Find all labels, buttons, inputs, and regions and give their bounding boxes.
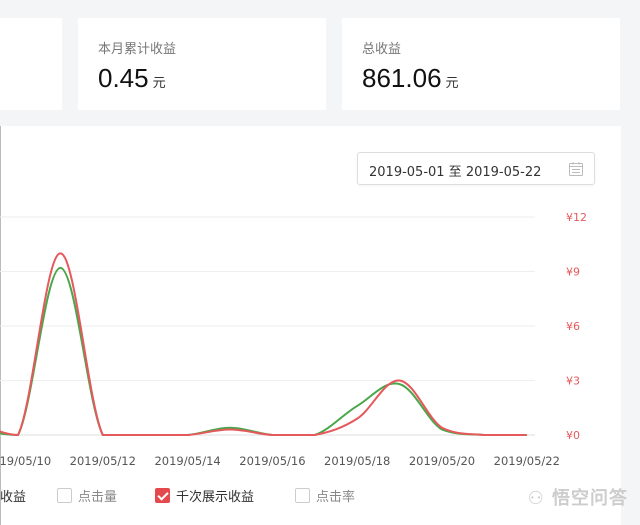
stat-card-total-revenue: 总收益 861.06 元 (342, 18, 620, 110)
stat-card-partial (0, 18, 62, 110)
y-tick-label: ¥0 (566, 429, 580, 442)
y-tick-label: ¥6 (566, 320, 580, 333)
series-line-1 (0, 252, 527, 437)
value-unit: 元 (152, 75, 166, 90)
x-tick-label: 2019/05/20 (409, 454, 475, 468)
y-tick-label: ¥3 (566, 375, 580, 388)
y-tick-label: ¥9 (566, 266, 580, 279)
card-label: 本月累计收益 (98, 42, 177, 57)
legend-item-partial[interactable]: 收益 (0, 486, 26, 505)
date-range-picker[interactable]: 2019-05-01 至 2019-05-22 (357, 152, 595, 185)
legend-label: 点击率 (316, 490, 356, 505)
checkbox-checked[interactable] (155, 488, 170, 503)
x-tick-label: 2019/05/14 (154, 454, 220, 468)
x-tick-label: 2019/05/22 (494, 454, 560, 468)
watermark-logo: ⚇ 悟空问答 (527, 488, 628, 509)
value-number: 0.45 (98, 63, 149, 93)
revenue-line-chart: ¥0 ¥3 ¥6 ¥9 ¥12 2019/05/10 2019/05/12 2019/05/1… (0, 211, 587, 468)
y-tick-label: ¥12 (566, 211, 587, 224)
series-line-0 (0, 266, 527, 437)
legend-label: 点击量 (78, 490, 118, 505)
legend-item-ctr[interactable]: 点击率 (295, 486, 355, 505)
card-value: 861.06 元 (362, 63, 459, 94)
x-tick-label: 2019/05/18 (324, 454, 390, 468)
checkbox[interactable] (295, 488, 310, 503)
legend-label: 收益 (0, 490, 27, 505)
legend-label: 千次展示收益 (176, 490, 255, 505)
x-tick-label: 2019/05/10 (0, 454, 51, 468)
checkbox[interactable] (57, 488, 72, 503)
card-value: 0.45 元 (98, 63, 166, 94)
stat-card-month-revenue: 本月累计收益 0.45 元 (78, 18, 326, 110)
legend-item-clicks[interactable]: 点击量 (57, 486, 117, 505)
value-number: 861.06 (362, 63, 442, 93)
legend-item-rpm[interactable]: 千次展示收益 (155, 486, 254, 505)
card-label: 总收益 (362, 42, 402, 57)
x-tick-label: 2019/05/12 (70, 454, 136, 468)
date-range-value: 2019-05-01 至 2019-05-22 (369, 165, 542, 180)
value-unit: 元 (445, 75, 459, 90)
calendar-icon (568, 161, 584, 181)
x-tick-label: 2019/05/16 (239, 454, 305, 468)
